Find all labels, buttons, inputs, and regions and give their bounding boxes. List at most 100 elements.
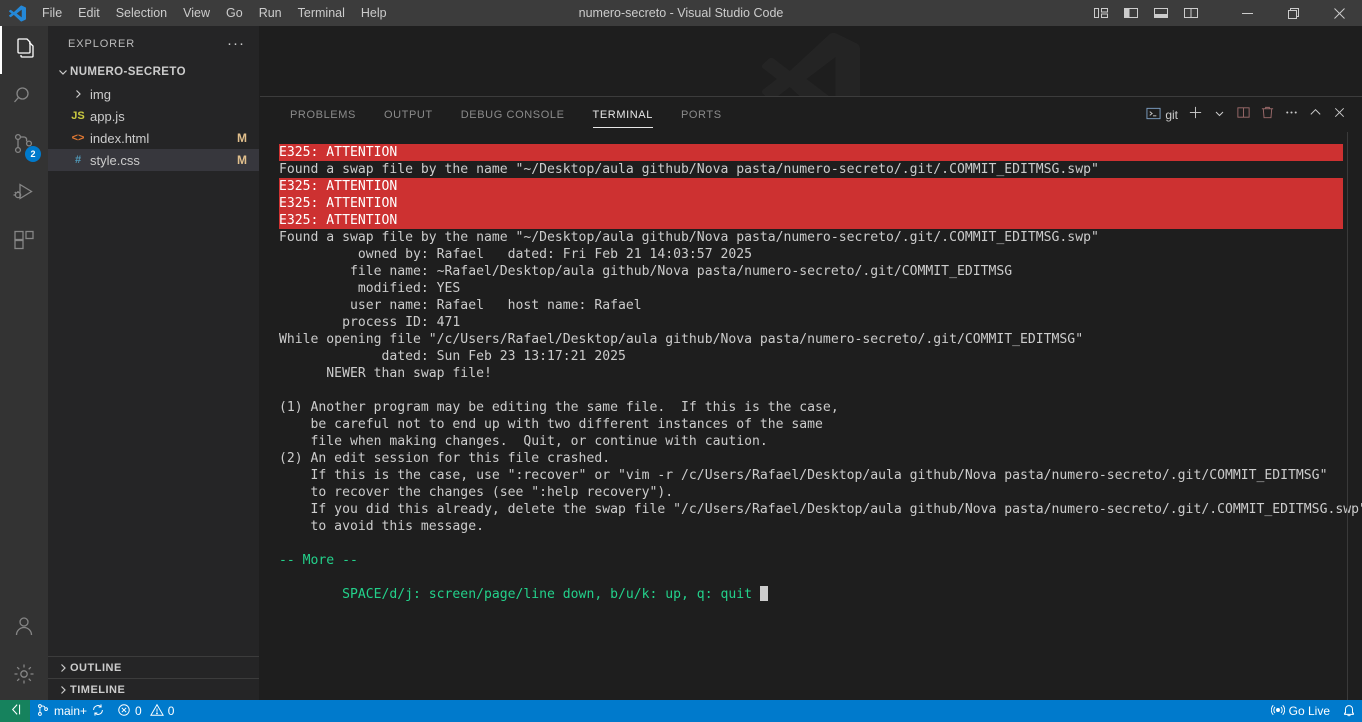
window-minimize-button[interactable] — [1224, 0, 1270, 26]
tab-problems[interactable]: PROBLEMS — [280, 97, 366, 132]
panel-more-actions-button[interactable] — [1280, 104, 1302, 126]
tree-item-style-css[interactable]: # style.css M — [48, 149, 259, 171]
terminal-line: SPACE/d/j: screen/page/line down, b/u/k:… — [279, 586, 1362, 603]
title-bar-right — [1086, 0, 1362, 26]
source-control-badge: 2 — [25, 146, 41, 162]
terminal-line: If this is the case, use ":recover" or "… — [279, 468, 1328, 483]
terminal-line: process ID: 471 — [279, 315, 461, 330]
activity-item-source-control[interactable]: 2 — [0, 122, 48, 170]
files-icon — [12, 36, 36, 65]
tree-item-img[interactable]: img — [48, 83, 259, 105]
tab-ports[interactable]: PORTS — [671, 97, 732, 132]
status-notifications[interactable] — [1336, 700, 1362, 722]
menu-item-go[interactable]: Go — [218, 0, 251, 26]
terminal-line: E325: ATTENTION — [279, 195, 1343, 212]
account-icon — [12, 614, 36, 643]
menu-item-selection[interactable]: Selection — [108, 0, 175, 26]
terminal-profile-dropdown-button[interactable] — [1208, 104, 1230, 126]
tab-output[interactable]: OUTPUT — [374, 97, 443, 132]
tab-terminal[interactable]: TERMINAL — [583, 97, 663, 132]
status-error-count: 0 — [135, 704, 142, 718]
terminal-line: owned by: Rafael dated: Fri Feb 21 14:03… — [279, 247, 752, 262]
tree-item-label: index.html — [90, 130, 150, 146]
layout-controls[interactable] — [1086, 0, 1206, 26]
chevron-right-icon — [56, 663, 70, 673]
broadcast-icon — [1270, 703, 1285, 720]
status-problems[interactable]: 0 0 — [111, 700, 180, 722]
terminal-line: user name: Rafael host name: Rafael — [279, 298, 642, 313]
terminal-line: While opening file "/c/Users/Rafael/Desk… — [279, 332, 1084, 347]
bell-icon — [1342, 703, 1356, 720]
activity-item-run-and-debug[interactable] — [0, 170, 48, 218]
panel-tab-list[interactable]: PROBLEMS OUTPUT DEBUG CONSOLE TERMINAL P… — [280, 97, 740, 132]
vscode-logo-icon — [0, 0, 34, 26]
status-branch-label: main+ — [54, 704, 88, 718]
close-panel-button[interactable] — [1328, 104, 1350, 126]
file-status-badge: M — [237, 131, 247, 145]
warning-icon — [149, 703, 164, 720]
gear-icon — [12, 662, 36, 691]
activity-item-manage[interactable] — [0, 652, 48, 700]
window-close-button[interactable] — [1316, 0, 1362, 26]
sidebar-section-timeline[interactable]: TIMELINE — [48, 678, 259, 700]
terminal-line: E325: ATTENTION — [279, 178, 1343, 195]
tree-item-label: style.css — [90, 152, 140, 168]
toggle-panel-layout-icon[interactable] — [1086, 0, 1116, 26]
menu-item-edit[interactable]: Edit — [70, 0, 108, 26]
toggle-panel-icon[interactable] — [1146, 0, 1176, 26]
status-branch[interactable]: main+ — [30, 700, 111, 722]
remote-window-icon — [9, 703, 22, 719]
menu-item-terminal[interactable]: Terminal — [290, 0, 353, 26]
sidebar-title: EXPLORER — [68, 37, 136, 50]
terminal-line: dated: Sun Feb 23 13:17:21 2025 — [279, 349, 626, 364]
terminal-icon — [1146, 106, 1161, 124]
menu-bar[interactable]: File Edit Selection View Go Run Terminal… — [34, 0, 395, 26]
terminal-line: -- More -- — [279, 553, 358, 568]
menu-item-run[interactable]: Run — [251, 0, 290, 26]
tree-item-app-js[interactable]: JS app.js — [48, 105, 259, 127]
new-terminal-button[interactable] — [1184, 104, 1206, 126]
tree-root-folder[interactable]: NUMERO-SECRETO — [48, 61, 259, 83]
css-icon: # — [74, 154, 82, 166]
error-icon — [117, 703, 131, 720]
explorer-sidebar: EXPLORER ··· NUMERO-SECRETO img JS app.j… — [48, 26, 260, 700]
toggle-secondary-sidebar-icon[interactable] — [1176, 0, 1206, 26]
window-maximize-button[interactable] — [1270, 0, 1316, 26]
panel-actions: git — [1142, 104, 1362, 126]
menu-item-file[interactable]: File — [34, 0, 70, 26]
terminal-line: Found a swap file by the name "~/Desktop… — [279, 162, 1099, 177]
file-status-badge: M — [237, 153, 247, 167]
activity-item-extensions[interactable] — [0, 218, 48, 266]
terminal-profile-git-button[interactable]: git — [1142, 104, 1182, 126]
maximize-panel-button[interactable] — [1304, 104, 1326, 126]
sidebar-section-outline[interactable]: OUTLINE — [48, 656, 259, 678]
terminal-line: modified: YES — [279, 281, 461, 296]
plus-icon — [1188, 105, 1203, 125]
status-go-live[interactable]: Go Live — [1265, 700, 1336, 722]
activity-item-search[interactable] — [0, 74, 48, 122]
menu-item-help[interactable]: Help — [353, 0, 395, 26]
activity-item-accounts[interactable] — [0, 604, 48, 652]
terminal-profile-label: git — [1165, 107, 1178, 122]
toggle-primary-sidebar-icon[interactable] — [1116, 0, 1146, 26]
remote-window-button[interactable] — [0, 700, 30, 722]
terminal-view[interactable]: E325: ATTENTION Found a swap file by the … — [260, 132, 1362, 700]
activity-bar: 2 — [0, 26, 48, 700]
activity-item-explorer[interactable] — [0, 26, 48, 74]
run-debug-icon — [12, 180, 36, 209]
kill-terminal-button[interactable] — [1256, 104, 1278, 126]
trash-icon — [1260, 105, 1275, 125]
menu-item-view[interactable]: View — [175, 0, 218, 26]
chevron-down-icon — [1214, 106, 1225, 124]
terminal-output: E325: ATTENTION Found a swap file by the … — [279, 132, 1362, 603]
tree-item-index-html[interactable]: <> index.html M — [48, 127, 259, 149]
tree-item-label: img — [90, 86, 111, 102]
terminal-line: If you did this already, delete the swap… — [279, 502, 1362, 517]
split-terminal-button[interactable] — [1232, 104, 1254, 126]
tab-debug-console[interactable]: DEBUG CONSOLE — [451, 97, 575, 132]
sidebar-more-actions-icon[interactable]: ··· — [227, 35, 251, 52]
terminal-scrollbar[interactable] — [1347, 132, 1348, 700]
